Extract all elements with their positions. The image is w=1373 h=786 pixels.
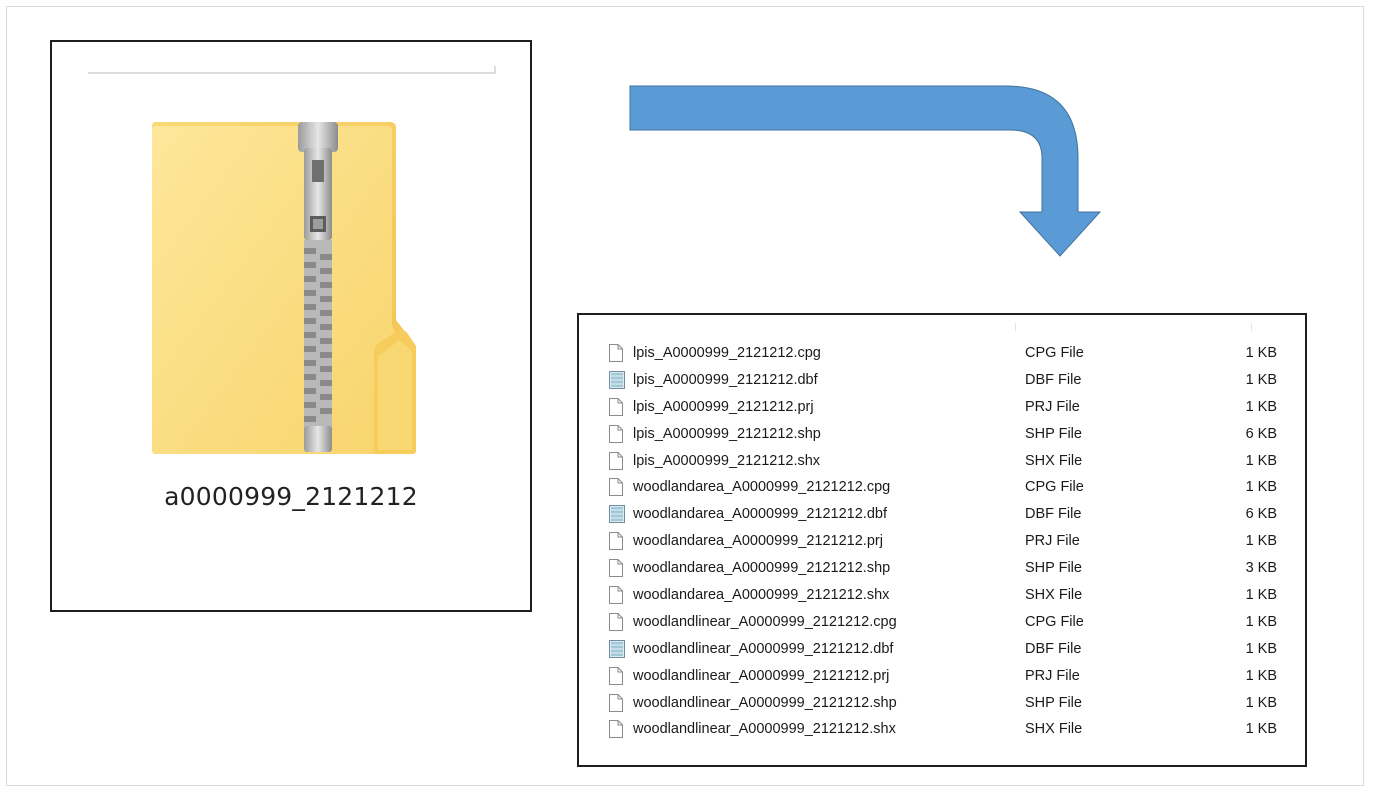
curved-arrow-icon	[628, 84, 1108, 264]
file-type: DBF File	[1025, 506, 1082, 523]
file-name: woodlandarea_A0000999_2121212.shx	[633, 587, 890, 604]
extracted-files-panel: lpis_A0000999_2121212.cpg CPG File 1 KB lpi…	[577, 313, 1307, 767]
file-type: SHP File	[1025, 560, 1082, 577]
file-type: DBF File	[1025, 371, 1082, 388]
file-name: woodlandarea_A0000999_2121212.shp	[633, 560, 891, 577]
zip-archive-panel: a0000999_2121212	[50, 40, 532, 612]
file-row[interactable]: woodlandlinear_A0000999_2121212.prj PRJ F…	[605, 664, 1295, 691]
document-icon	[609, 344, 623, 362]
file-type: SHX File	[1025, 587, 1083, 604]
file-size: 1 KB	[1245, 533, 1277, 550]
zipped-folder-icon[interactable]	[148, 120, 418, 456]
file-name: woodlandarea_A0000999_2121212.prj	[633, 533, 883, 550]
column-divider	[1015, 323, 1016, 331]
file-name: woodlandlinear_A0000999_2121212.dbf	[633, 640, 894, 657]
file-size: 1 KB	[1245, 479, 1277, 496]
database-file-icon	[609, 370, 625, 389]
database-file-icon	[609, 505, 625, 524]
file-size: 6 KB	[1245, 506, 1277, 523]
file-row[interactable]: woodlandlinear_A0000999_2121212.cpg CPG F…	[605, 610, 1295, 637]
document-icon	[609, 559, 623, 578]
document-icon	[609, 451, 623, 470]
panel-divider	[88, 66, 496, 74]
file-row[interactable]: lpis_A0000999_2121212.cpg CPG File 1 KB	[605, 341, 1295, 368]
file-row[interactable]: woodlandarea_A0000999_2121212.cpg CPG Fil…	[605, 475, 1295, 502]
file-size: 1 KB	[1245, 640, 1277, 657]
file-name: lpis_A0000999_2121212.shx	[633, 452, 821, 469]
document-icon	[609, 478, 623, 497]
file-type: PRJ File	[1025, 398, 1080, 415]
file-name: lpis_A0000999_2121212.dbf	[633, 371, 818, 388]
file-row[interactable]: woodlandarea_A0000999_2121212.shp SHP Fil…	[605, 556, 1295, 583]
database-file-icon	[609, 639, 625, 658]
file-name: lpis_A0000999_2121212.cpg	[633, 345, 821, 361]
document-icon	[609, 532, 623, 551]
file-row[interactable]: woodlandlinear_A0000999_2121212.shx SHX F…	[605, 717, 1295, 744]
file-type: PRJ File	[1025, 533, 1080, 550]
file-size: 1 KB	[1245, 694, 1277, 711]
file-row[interactable]: woodlandlinear_A0000999_2121212.shp SHP F…	[605, 691, 1295, 718]
file-size: 1 KB	[1245, 613, 1277, 630]
file-name: woodlandarea_A0000999_2121212.cpg	[633, 479, 891, 496]
file-name: lpis_A0000999_2121212.shp	[633, 425, 821, 442]
file-type: SHP File	[1025, 425, 1082, 442]
document-icon	[609, 397, 623, 416]
file-type: PRJ File	[1025, 667, 1080, 684]
document-icon	[609, 666, 623, 685]
file-size: 1 KB	[1245, 452, 1277, 469]
file-name: woodlandarea_A0000999_2121212.dbf	[633, 506, 887, 523]
file-size: 1 KB	[1245, 398, 1277, 415]
file-list: lpis_A0000999_2121212.cpg CPG File 1 KB lpi…	[605, 341, 1295, 744]
file-row[interactable]: woodlandarea_A0000999_2121212.dbf DBF Fil…	[605, 502, 1295, 529]
file-name: woodlandlinear_A0000999_2121212.shx	[633, 721, 896, 738]
file-row[interactable]: lpis_A0000999_2121212.prj PRJ File 1 KB	[605, 395, 1295, 422]
file-size: 1 KB	[1245, 667, 1277, 684]
file-size: 1 KB	[1245, 587, 1277, 604]
file-name: woodlandlinear_A0000999_2121212.prj	[633, 667, 890, 684]
document-icon	[609, 693, 623, 712]
file-size: 1 KB	[1245, 345, 1277, 361]
file-row[interactable]: woodlandarea_A0000999_2121212.shx SHX Fil…	[605, 583, 1295, 610]
file-size: 3 KB	[1245, 560, 1277, 577]
file-size: 1 KB	[1245, 721, 1277, 738]
file-size: 6 KB	[1245, 425, 1277, 442]
column-divider	[1251, 323, 1252, 331]
file-type: CPG File	[1025, 479, 1084, 496]
document-icon	[609, 720, 623, 739]
file-row[interactable]: woodlandarea_A0000999_2121212.prj PRJ Fil…	[605, 529, 1295, 556]
file-size: 1 KB	[1245, 371, 1277, 388]
file-row[interactable]: lpis_A0000999_2121212.shp SHP File 6 KB	[605, 422, 1295, 449]
zip-archive-name[interactable]: a0000999_2121212	[52, 482, 530, 511]
document-icon	[609, 586, 623, 605]
document-icon	[609, 612, 623, 631]
file-name: woodlandlinear_A0000999_2121212.cpg	[633, 613, 897, 630]
file-name: lpis_A0000999_2121212.prj	[633, 398, 814, 415]
file-row[interactable]: lpis_A0000999_2121212.shx SHX File 1 KB	[605, 449, 1295, 476]
file-type: SHX File	[1025, 721, 1083, 738]
file-row[interactable]: woodlandlinear_A0000999_2121212.dbf DBF F…	[605, 637, 1295, 664]
file-type: SHP File	[1025, 694, 1082, 711]
file-type: SHX File	[1025, 452, 1083, 469]
file-type: CPG File	[1025, 613, 1084, 630]
file-name: woodlandlinear_A0000999_2121212.shp	[633, 694, 897, 711]
file-row[interactable]: lpis_A0000999_2121212.dbf DBF File 1 KB	[605, 368, 1295, 395]
file-type: CPG File	[1025, 345, 1084, 361]
file-type: DBF File	[1025, 640, 1082, 657]
document-icon	[609, 424, 623, 443]
